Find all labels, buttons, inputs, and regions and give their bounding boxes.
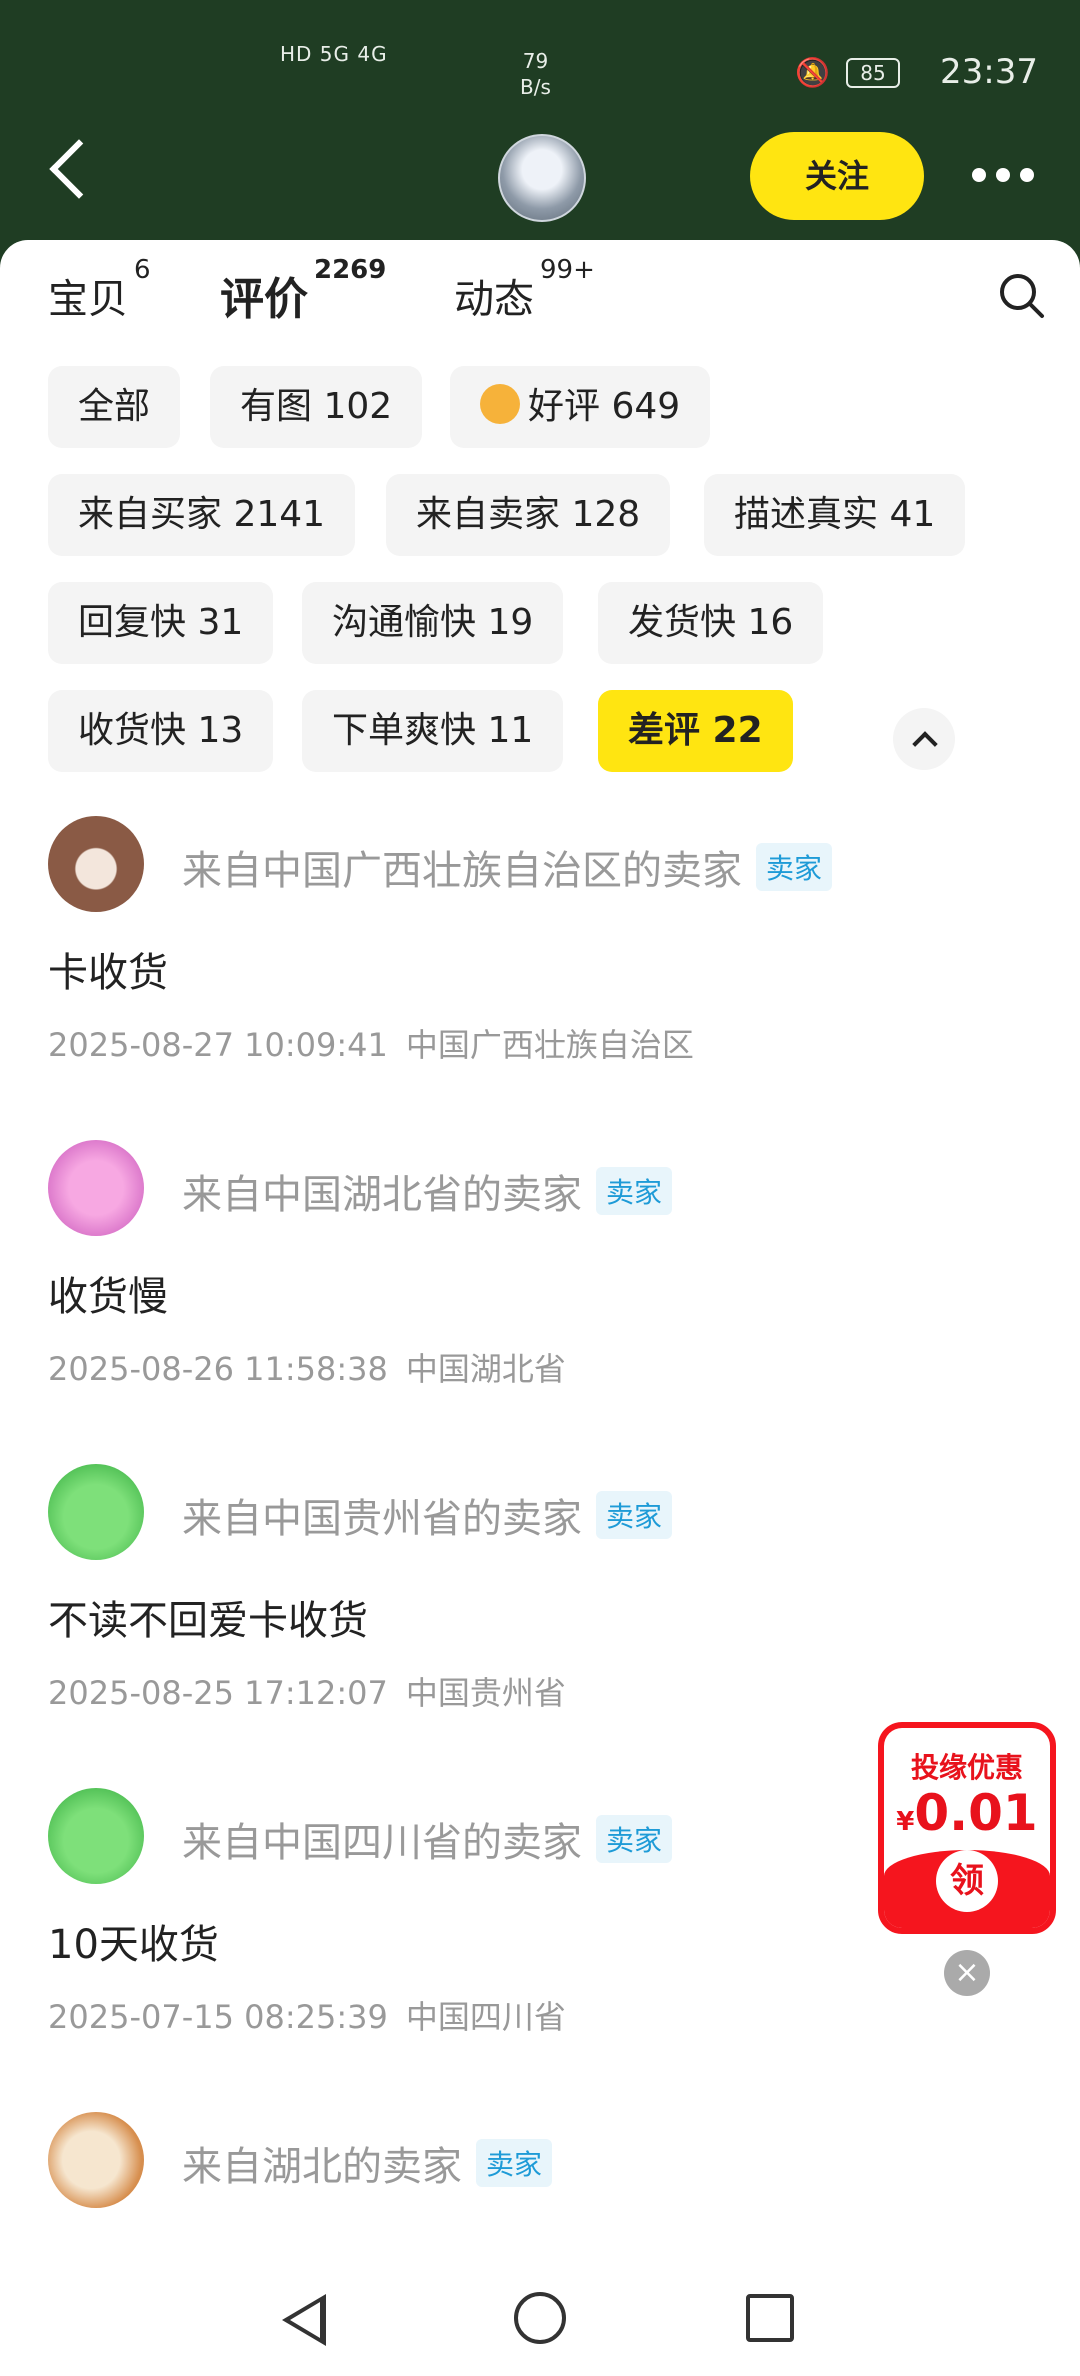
review-item: 来自中国湖北省的卖家 卖家 收货慢 2025-08-26 11:58:38 中国湖北… [48,1140,1038,1388]
network-speed-unit: B/s [520,75,551,99]
tab-reviews-label: 评价 [220,270,308,330]
filter-chip-bad-selected[interactable]: 差评 22 [598,690,793,772]
promo-amount-value: 0.01 [914,1784,1038,1842]
battery-indicator: 85 [846,58,900,88]
review-meta: 2025-08-27 10:09:41 中国广西壮族自治区 [48,1020,694,1066]
network-speed: 79 B/s [520,48,551,100]
top-bar: 关注 [0,130,1080,240]
filter-chip[interactable]: 有图 102 [210,366,423,448]
follow-button[interactable]: 关注 [750,132,924,220]
chevron-up-icon[interactable] [893,708,955,770]
reviewer-avatar[interactable] [48,816,144,912]
review-source: 来自湖北的卖家 卖家 [182,2134,553,2192]
back-arrow-icon[interactable] [49,139,109,199]
review-source-text: 来自中国湖北省的卖家 [182,1172,582,1218]
review-time: 2025-08-25 17:12:07 [48,1674,388,1712]
nav-recents-icon[interactable] [746,2294,794,2342]
filter-chip[interactable]: 描述真实 41 [704,474,966,556]
tab-items-label: 宝贝 [48,276,128,323]
tab-moments[interactable]: 动态99+ [454,255,595,329]
tab-reviews[interactable]: 评价2269 [220,255,386,330]
filter-chip-good[interactable]: 好评 649 [450,366,711,448]
review-location: 中国广西壮族自治区 [405,1026,694,1064]
filter-chip[interactable]: 来自买家 2141 [48,474,356,556]
promo-currency: ¥ [896,1807,915,1837]
review-meta: 2025-08-26 11:58:38 中国湖北省 [48,1344,566,1390]
review-source: 来自中国贵州省的卖家 卖家 [182,1486,673,1544]
avatar[interactable] [498,134,586,222]
review-time: 2025-08-27 10:09:41 [48,1026,388,1064]
review-content: 10天收货 [48,1922,219,1968]
reviewer-avatar[interactable] [48,1464,144,1560]
seller-badge: 卖家 [596,1167,673,1215]
review-source-text: 来自中国广西壮族自治区的卖家 [182,848,742,894]
review-meta: 2025-08-25 17:12:07 中国贵州省 [48,1668,566,1714]
review-content: 卡收货 [48,950,168,996]
review-source: 来自中国四川省的卖家 卖家 [182,1810,673,1868]
review-source: 来自中国广西壮族自治区的卖家 卖家 [182,838,833,896]
search-icon[interactable] [996,270,1046,320]
promo-coupon[interactable]: 投缘优惠 ¥0.01 领 [878,1722,1056,1934]
filter-chip[interactable]: 下单爽快 11 [302,690,564,772]
review-item: 来自中国贵州省的卖家 卖家 不读不回爱卡收货 2025-08-25 17:12:0… [48,1464,1038,1712]
review-location: 中国湖北省 [405,1350,566,1388]
system-nav-bar [0,2260,1080,2376]
filter-chip[interactable]: 来自卖家 128 [386,474,671,556]
promo-amount: ¥0.01 [884,1784,1050,1842]
network-speed-value: 79 [522,49,549,73]
filter-chip[interactable]: 全部 [48,366,181,448]
review-source: 来自中国湖北省的卖家 卖家 [182,1162,673,1220]
tab-items[interactable]: 宝贝6 [48,255,151,329]
review-source-text: 来自中国贵州省的卖家 [182,1496,582,1542]
nav-home-icon[interactable] [514,2292,566,2344]
filter-chip[interactable]: 沟通愉快 19 [302,582,564,664]
nav-back-icon[interactable] [282,2294,326,2346]
clock: 23:37 [940,52,1038,92]
tab-reviews-count: 2269 [314,255,387,285]
status-bar: HD 5G 4G 79 B/s 🔕 85 23:37 [0,0,1080,130]
review-meta: 2025-07-15 08:25:39 中国四川省 [48,1992,566,2038]
filter-chip-label: 好评 649 [528,386,681,427]
review-time: 2025-08-26 11:58:38 [48,1350,388,1388]
seller-badge: 卖家 [476,2139,553,2187]
seller-badge: 卖家 [596,1491,673,1539]
close-icon[interactable]: × [944,1950,990,1996]
tab-moments-label: 动态 [454,276,534,323]
review-item: 来自中国广西壮族自治区的卖家 卖家 卡收货 2025-08-27 10:09:41… [48,816,1038,1064]
mute-bell-icon: 🔕 [795,56,830,89]
review-source-text: 来自中国四川省的卖家 [182,1820,582,1866]
more-icon[interactable] [972,168,1034,182]
filter-chip[interactable]: 回复快 31 [48,582,274,664]
review-location: 中国贵州省 [405,1674,566,1712]
smile-emoji-icon [480,384,520,424]
review-content: 不读不回爱卡收货 [48,1598,368,1644]
network-indicator: HD 5G 4G [280,42,388,66]
review-source-text: 来自湖北的卖家 [182,2144,462,2190]
tab-moments-count: 99+ [540,255,595,285]
seller-badge: 卖家 [596,1815,673,1863]
filter-chip[interactable]: 收货快 13 [48,690,274,772]
review-content: 收货慢 [48,1274,168,1320]
review-item: 来自湖北的卖家 卖家 [48,2112,1038,2260]
seller-badge: 卖家 [756,843,833,891]
promo-title: 投缘优惠 [910,1751,1023,1784]
promo-card: 投缘优惠 ¥0.01 领 [884,1728,1050,1928]
promo-claim-button[interactable]: 领 [936,1850,998,1912]
reviewer-avatar[interactable] [48,1140,144,1236]
tab-items-count: 6 [134,255,151,285]
filter-chip[interactable]: 发货快 16 [598,582,824,664]
review-location: 中国四川省 [405,1998,566,2036]
reviewer-avatar[interactable] [48,2112,144,2208]
content-sheet: 宝贝6 评价2269 动态99+ 全部 有图 102 好评 649 来自买家 2… [0,240,1080,2260]
review-time: 2025-07-15 08:25:39 [48,1998,388,2036]
reviewer-avatar[interactable] [48,1788,144,1884]
